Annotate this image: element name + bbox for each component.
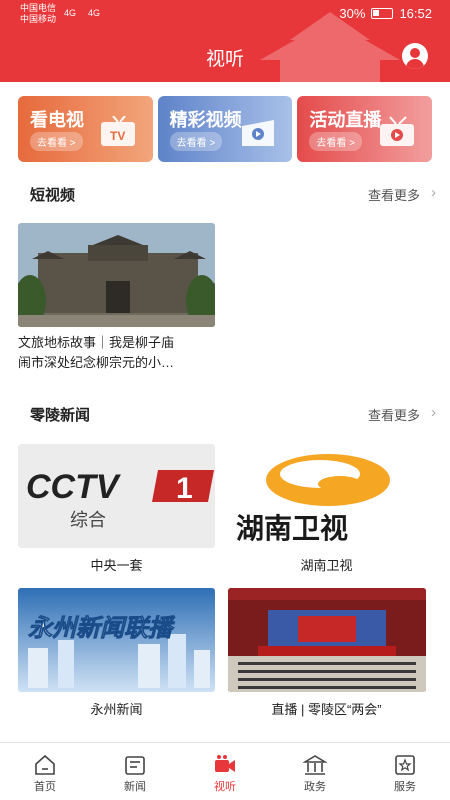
hunan-tv-caption[interactable]: 湖南卫视 — [228, 555, 425, 574]
status-right: 30% 16:52 — [339, 6, 432, 21]
signal-2-label: 4G — [88, 8, 101, 18]
live-tv-icon — [380, 116, 415, 146]
hunan-tv-thumbnail[interactable]: 湖南卫视 — [228, 444, 426, 548]
carrier-1: 中国电信 — [20, 3, 57, 13]
nav-label: 服务 — [394, 781, 416, 793]
nav-label: 政务 — [304, 781, 326, 793]
page-title: 视听 — [205, 49, 244, 70]
nav-service[interactable]: 服务 — [360, 743, 450, 800]
news-icon — [125, 756, 145, 775]
nav-video[interactable]: 视听 — [180, 743, 270, 800]
cctv1-caption[interactable]: 中央一套 — [18, 555, 215, 574]
card-title: 看电视 — [30, 110, 84, 130]
status-bar: 中国电信 中国移动 4G 4G 30% 16:52 — [0, 0, 450, 28]
section-title: 零陵新闻 — [30, 407, 91, 424]
category-cards: 看电视 去看看 > TV 精彩视频 去看看 > 活动直播 去看看 > — [18, 96, 433, 162]
hunan-tv-logo: 湖南卫视 — [236, 454, 390, 545]
short-video-section-header: 短视频 查看更多 › — [0, 182, 450, 206]
card-subtitle: 去看看 > — [169, 132, 223, 151]
service-icon — [395, 755, 415, 775]
nav-label: 视听 — [214, 781, 236, 793]
card-title: 活动直播 — [309, 110, 382, 130]
news-more-link[interactable]: 查看更多 — [368, 405, 420, 424]
clock: 16:52 — [399, 6, 432, 21]
nav-home[interactable]: 首页 — [0, 743, 90, 800]
carrier-labels: 中国电信 中国移动 — [20, 3, 56, 25]
svg-text:CCTV: CCTV — [26, 468, 122, 506]
section-title: 短视频 — [30, 187, 76, 204]
yongzhou-news-thumbnail[interactable]: 永州新闻联播 — [18, 588, 215, 692]
card-subtitle: 去看看 > — [309, 132, 362, 151]
home-icon — [35, 754, 55, 775]
live-broadcast-card[interactable]: 活动直播 去看看 > — [297, 96, 433, 162]
nav-label: 首页 — [34, 781, 56, 793]
nav-label: 新闻 — [124, 781, 146, 793]
chevron-right-icon[interactable]: › — [431, 184, 436, 201]
chevron-right-icon[interactable]: › — [431, 404, 436, 421]
watch-tv-card[interactable]: 看电视 去看看 > TV — [18, 96, 153, 162]
two-sessions-thumbnail[interactable] — [228, 588, 426, 692]
video-camera-icon — [215, 755, 235, 772]
nav-news[interactable]: 新闻 — [90, 743, 180, 800]
battery-percent: 30% — [339, 6, 366, 21]
battery-icon — [371, 8, 394, 19]
short-video-caption[interactable]: 文旅地标故事｜我是柳子庙 闹市深处纪念柳宗元的小… — [18, 333, 228, 373]
bottom-nav: 首页 新闻 视听 政务 服务 — [0, 742, 450, 800]
carrier-2: 中国移动 — [20, 14, 57, 24]
news-section-header: 零陵新闻 查看更多 › — [0, 402, 450, 426]
tv-icon: TV — [100, 116, 135, 146]
cctv1-thumbnail[interactable]: CCTV 1 综合 — [18, 444, 215, 548]
user-icon — [410, 48, 420, 58]
caption-line-2: 闹市深处纪念柳宗元的小… — [18, 355, 175, 370]
user-profile-button[interactable] — [402, 43, 428, 69]
nav-government[interactable]: 政务 — [270, 743, 360, 800]
svg-text:永州新闻联播: 永州新闻联播 — [28, 614, 176, 642]
two-sessions-caption[interactable]: 直播 | 零陵区“两会” — [228, 699, 425, 718]
app-header: 中国电信 中国移动 4G 4G 30% 16:52 视听 — [0, 0, 450, 82]
svg-text:TV: TV — [110, 129, 125, 143]
short-video-more-link[interactable]: 查看更多 — [368, 185, 420, 204]
government-icon — [303, 755, 327, 775]
card-title: 精彩视频 — [169, 110, 242, 130]
card-subtitle: 去看看 > — [30, 132, 83, 151]
cctv-logo: CCTV 1 综合 — [26, 468, 214, 531]
caption-line-1: 文旅地标故事｜我是柳子庙 — [18, 335, 175, 350]
svg-text:湖南卫视: 湖南卫视 — [236, 512, 348, 545]
featured-video-card[interactable]: 精彩视频 去看看 > — [157, 96, 293, 162]
yongzhou-news-logo: 永州新闻联播 — [18, 588, 215, 692]
svg-text:1: 1 — [176, 472, 193, 505]
video-play-icon — [242, 120, 275, 146]
short-video-thumbnail[interactable] — [18, 223, 215, 327]
yongzhou-news-caption[interactable]: 永州新闻 — [18, 699, 215, 718]
signal-1-label: 4G — [64, 8, 77, 18]
svg-text:综合: 综合 — [70, 510, 106, 531]
